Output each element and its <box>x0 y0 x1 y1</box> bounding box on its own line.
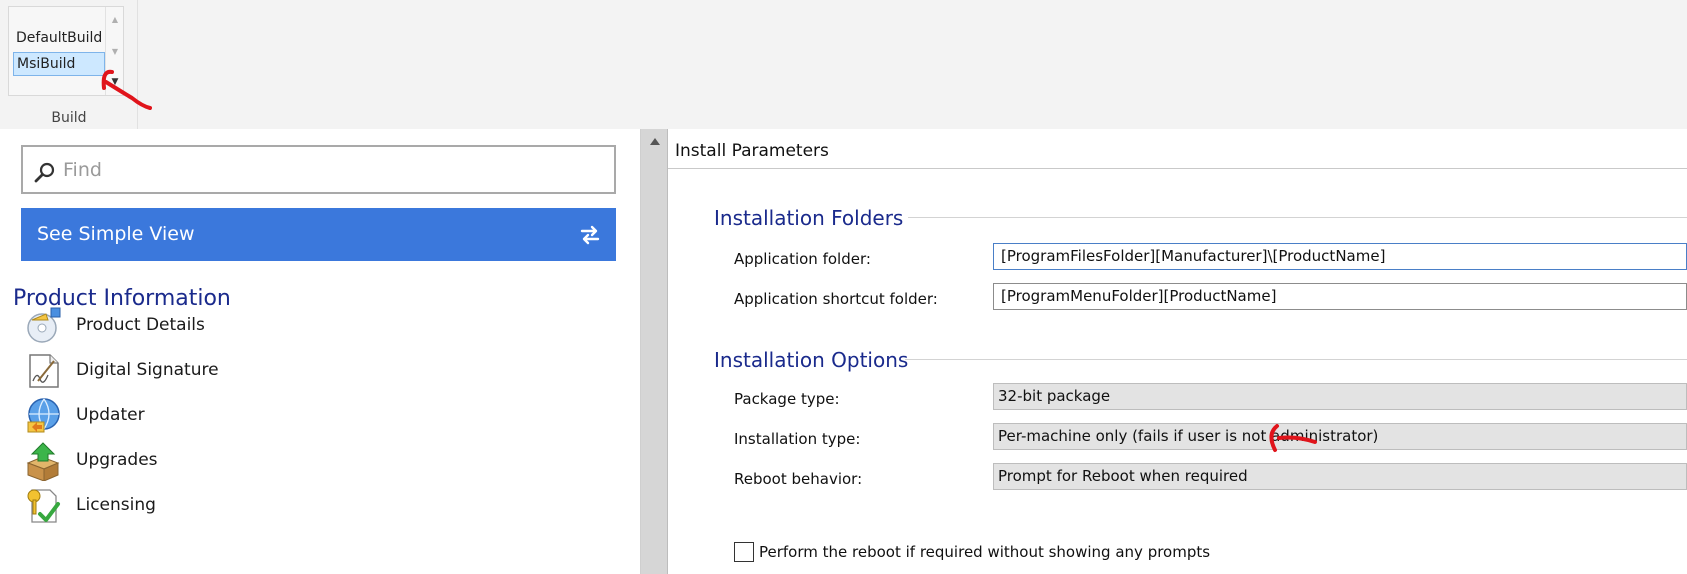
licensing-key-icon <box>27 489 60 523</box>
nav-item-product-details[interactable]: Product Details <box>24 304 584 348</box>
panel-header: Install Parameters <box>668 129 1687 169</box>
nav-item-licensing[interactable]: Licensing <box>24 484 584 528</box>
search-icon <box>34 162 55 183</box>
scroll-down-icon[interactable]: ▼ <box>106 47 124 56</box>
search-input[interactable] <box>63 155 603 185</box>
scroll-up-icon[interactable]: ▲ <box>106 15 124 24</box>
nav-label-updater: Updater <box>76 405 145 425</box>
nav-label-licensing: Licensing <box>76 495 156 515</box>
silent-reboot-checkbox[interactable] <box>734 542 754 562</box>
nav-item-updater[interactable]: Updater <box>24 394 584 438</box>
reboot-behavior-label: Reboot behavior: <box>734 470 863 488</box>
installation-type-select[interactable]: Per-machine only (fails if user is not a… <box>993 423 1687 450</box>
silent-reboot-label[interactable]: Perform the reboot if required without s… <box>759 543 1210 561</box>
group-divider <box>905 359 1687 360</box>
installation-folders-heading: Installation Folders <box>714 206 904 230</box>
red-annotation-mark <box>1269 424 1317 452</box>
digital-signature-icon <box>29 354 59 388</box>
nav-label-upgrades: Upgrades <box>76 450 158 470</box>
nav-label-product-details: Product Details <box>76 315 205 335</box>
reboot-behavior-select[interactable]: Prompt for Reboot when required <box>993 463 1687 490</box>
shortcut-folder-label: Application shortcut folder: <box>734 290 938 308</box>
see-simple-view-label: See Simple View <box>37 223 195 245</box>
red-annotation-arrow <box>101 69 152 110</box>
package-type-label: Package type: <box>734 390 840 408</box>
product-details-icon <box>27 307 61 343</box>
nav-item-upgrades[interactable]: Upgrades <box>24 439 584 483</box>
installation-type-label: Installation type: <box>734 430 861 448</box>
application-folder-label: Application folder: <box>734 250 871 268</box>
left-navigation-panel: See Simple View Product Information Prod… <box>0 129 640 574</box>
install-parameters-panel: Install Parameters Installation Folders … <box>668 129 1687 574</box>
application-folder-field[interactable]: [ProgramFilesFolder][Manufacturer]\[Prod… <box>993 243 1687 270</box>
build-group-caption: Build <box>51 110 87 126</box>
find-box[interactable] <box>21 145 616 194</box>
group-divider <box>908 217 1687 218</box>
updater-globe-icon <box>27 398 60 433</box>
installation-options-heading: Installation Options <box>714 348 909 372</box>
panel-splitter[interactable] <box>640 129 668 574</box>
collapse-arrow-icon[interactable] <box>650 137 660 145</box>
shortcut-folder-field[interactable]: [ProgramMenuFolder][ProductName] <box>993 283 1687 310</box>
package-type-select[interactable]: 32-bit package <box>993 383 1687 410</box>
nav-item-digital-signature[interactable]: Digital Signature <box>24 349 584 393</box>
build-config-default[interactable]: DefaultBuild <box>13 26 105 50</box>
nav-label-digital-signature: Digital Signature <box>76 360 219 380</box>
ribbon: DefaultBuild MsiBuild ▲ ▼ ▼ Build <box>0 0 1687 129</box>
page-title: Install Parameters <box>675 141 829 161</box>
see-simple-view-button[interactable]: See Simple View <box>21 208 616 261</box>
swap-arrows-icon <box>580 225 600 245</box>
upgrades-box-icon <box>26 442 60 481</box>
